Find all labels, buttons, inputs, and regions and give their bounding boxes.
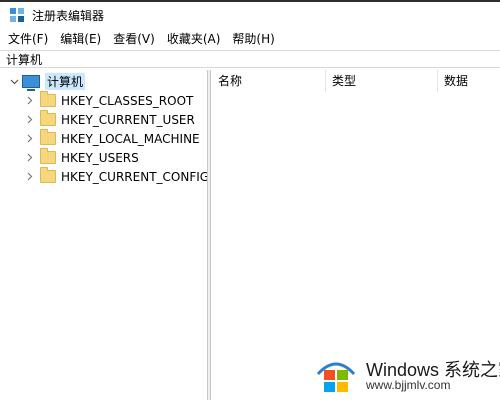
tree-key-hklm[interactable]: HKEY_LOCAL_MACHINE	[24, 129, 200, 148]
tree-root-row[interactable]: 计算机	[8, 72, 86, 91]
chevron-right-icon[interactable]	[24, 114, 36, 126]
chevron-right-icon[interactable]	[24, 95, 36, 107]
title-bar: 注册表编辑器	[0, 2, 500, 28]
folder-icon	[40, 91, 56, 107]
tree-root-label: 计算机	[45, 73, 86, 90]
tree-key-label: HKEY_CURRENT_CONFIG	[61, 169, 210, 184]
menu-file[interactable]: 文件(F)	[0, 29, 54, 49]
list-header: 名称 类型 数据	[212, 70, 500, 92]
window-title: 注册表编辑器	[32, 8, 105, 23]
folder-icon	[40, 129, 56, 145]
tree-key-label: HKEY_CURRENT_USER	[61, 112, 195, 127]
pane-splitter[interactable]	[207, 70, 211, 400]
tree-pane: 计算机 HKEY_CLASSES_ROOT HKEY_CURRENT_USER …	[0, 70, 209, 400]
tree-key-hkcu[interactable]: HKEY_CURRENT_USER	[24, 110, 195, 129]
menu-view[interactable]: 查看(V)	[107, 29, 161, 49]
chevron-right-icon[interactable]	[24, 133, 36, 145]
column-header-data[interactable]: 数据	[438, 70, 500, 92]
menu-help[interactable]: 帮助(H)	[226, 29, 280, 49]
menu-bar: 文件(F) 编辑(E) 查看(V) 收藏夹(A) 帮助(H)	[0, 29, 500, 49]
chevron-right-icon[interactable]	[24, 171, 36, 183]
watermark-url: www.bjjmlv.com	[366, 378, 451, 392]
watermark: Windows 系统之家 www.bjjmlv.com	[308, 346, 500, 400]
column-header-type[interactable]: 类型	[326, 70, 438, 92]
tree-key-label: HKEY_LOCAL_MACHINE	[61, 131, 200, 146]
menu-favorites[interactable]: 收藏夹(A)	[161, 29, 227, 49]
column-header-name[interactable]: 名称	[212, 70, 326, 92]
tree-key-label: HKEY_CLASSES_ROOT	[61, 93, 194, 108]
folder-icon	[40, 167, 56, 183]
menu-edit[interactable]: 编辑(E)	[54, 29, 107, 49]
chevron-right-icon[interactable]	[24, 152, 36, 164]
tree-key-label: HKEY_USERS	[61, 150, 139, 165]
address-bar[interactable]: 计算机	[0, 50, 500, 68]
folder-icon	[40, 110, 56, 126]
chevron-down-icon[interactable]	[8, 76, 20, 88]
regedit-icon	[10, 8, 24, 22]
tree-key-hkcc[interactable]: HKEY_CURRENT_CONFIG	[24, 167, 209, 186]
address-path: 计算机	[6, 53, 43, 67]
computer-icon	[22, 75, 40, 91]
windows-logo-icon	[314, 352, 358, 396]
tree-key-hku[interactable]: HKEY_USERS	[24, 148, 139, 167]
tree-key-hkcr[interactable]: HKEY_CLASSES_ROOT	[24, 91, 193, 110]
folder-icon	[40, 148, 56, 164]
